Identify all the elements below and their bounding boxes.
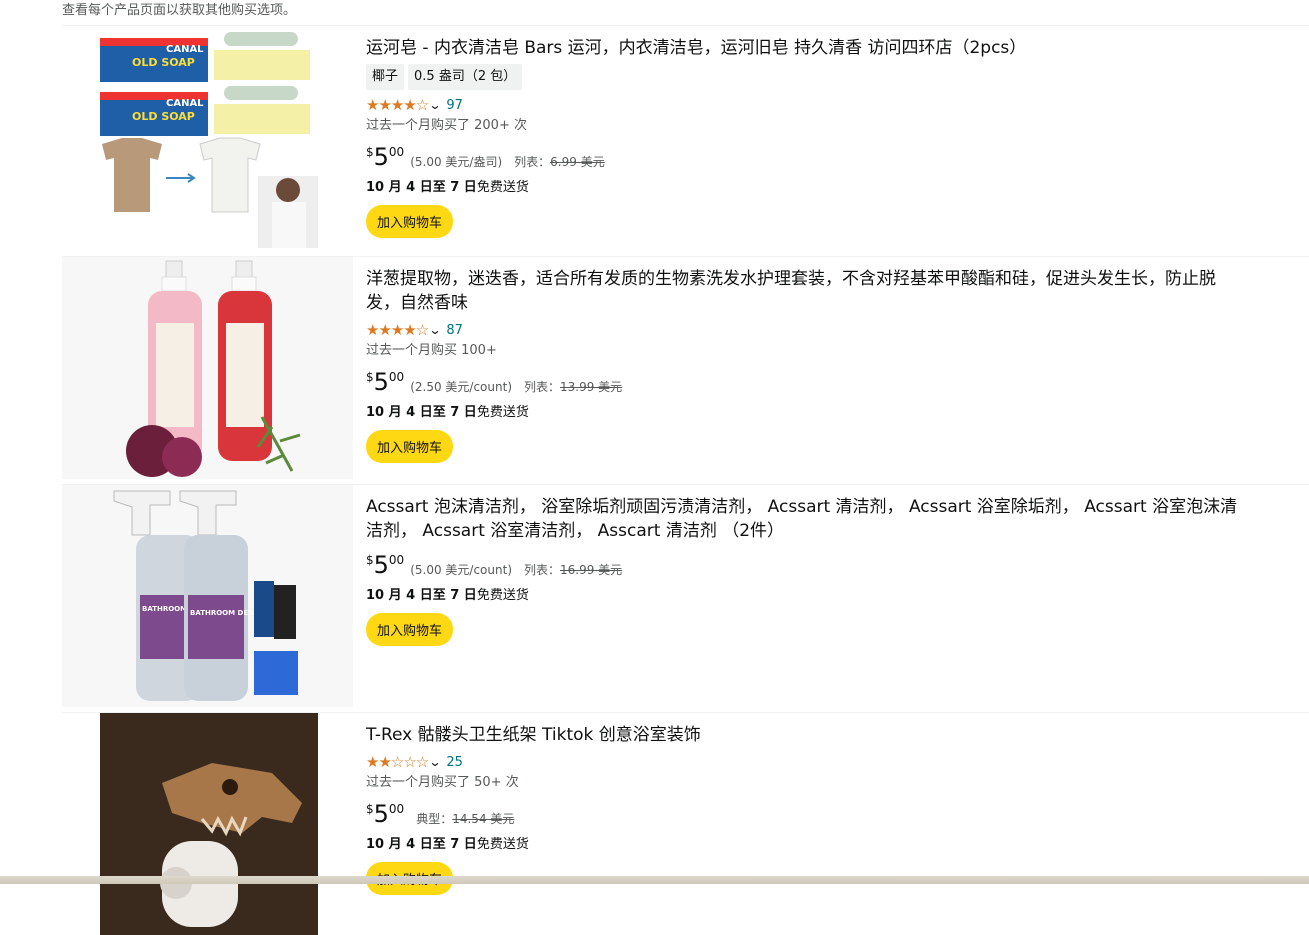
list-price: 14.54 美元 [452, 812, 515, 826]
star-rating-icon[interactable]: ★★☆☆☆ [366, 753, 429, 771]
unit-price: (5.00 美元/盎司) [410, 155, 503, 169]
bought-count: 过去一个月购买了 200+ 次 [366, 118, 527, 133]
svg-text:CANAL: CANAL [166, 44, 204, 55]
product-card: T-Rex 骷髅头卫生纸架 Tiktok 创意浴室装饰 ★★☆☆☆ ⌄ 25 过… [62, 712, 1309, 935]
delivery-text: 免费送货 [476, 837, 529, 852]
delivery-text: 免费送货 [476, 588, 529, 603]
delivery-info: 10 月 4 日至 7 日免费送货 [366, 179, 1246, 197]
price-symbol: $ [366, 802, 374, 816]
chevron-down-icon[interactable]: ⌄ [429, 98, 442, 112]
price-whole[interactable]: 5 [374, 368, 389, 396]
list-price: 16.99 美元 [560, 563, 623, 577]
price-symbol: $ [366, 370, 374, 384]
rating-count[interactable]: 25 [446, 755, 463, 770]
list-price-label: 列表： [524, 380, 561, 394]
chevron-down-icon[interactable]: ⌄ [429, 755, 442, 769]
price-row: $ 5 00 (5.00 美元/盎司) 列表： 6.99 美元 [366, 143, 1246, 173]
rating-row: ★★★★☆ ⌄ 87 [366, 321, 1246, 339]
svg-text:OLD SOAP: OLD SOAP [132, 56, 195, 69]
variant-size[interactable]: 0.5 盎司（2 包） [408, 64, 523, 90]
star-rating-icon[interactable]: ★★★★☆ [366, 321, 429, 339]
svg-text:CANAL: CANAL [166, 98, 204, 109]
variant-scent[interactable]: 椰子 [366, 64, 405, 90]
product-card: BATHROOM DESCALER BATHROOM DESCALER Acss… [62, 484, 1309, 707]
price-whole[interactable]: 5 [374, 800, 389, 828]
list-price: 6.99 美元 [550, 155, 605, 169]
product-card: CANAL OLD SOAP CANAL OLD SOAP 运河皂 - 内衣清洁… [62, 25, 1309, 248]
price-whole[interactable]: 5 [374, 551, 389, 579]
product-info: T-Rex 骷髅头卫生纸架 Tiktok 创意浴室装饰 ★★☆☆☆ ⌄ 25 过… [366, 723, 1246, 895]
variant-chips: 椰子 0.5 盎司（2 包） [366, 64, 1246, 90]
delivery-date: 10 月 4 日至 7 日 [366, 180, 477, 195]
delivery-text: 免费送货 [476, 180, 529, 195]
price-fraction: 00 [388, 553, 405, 567]
unit-price: (5.00 美元/count) [410, 563, 512, 577]
delivery-date: 10 月 4 日至 7 日 [366, 837, 477, 852]
price-symbol: $ [366, 553, 374, 567]
delivery-text: 免费送货 [476, 405, 529, 420]
product-info: 洋葱提取物，迷迭香，适合所有发质的生物素洗发水护理套装，不含对羟基苯甲酸酯和硅，… [366, 267, 1246, 463]
product-image-soap[interactable]: CANAL OLD SOAP CANAL OLD SOAP [62, 26, 353, 248]
price-symbol: $ [366, 145, 374, 159]
product-title[interactable]: T-Rex 骷髅头卫生纸架 Tiktok 创意浴室装饰 [366, 723, 1246, 747]
product-image-descaler[interactable]: BATHROOM DESCALER BATHROOM DESCALER [62, 485, 353, 707]
product-card: 洋葱提取物，迷迭香，适合所有发质的生物素洗发水护理套装，不含对羟基苯甲酸酯和硅，… [62, 256, 1309, 479]
rating-row: ★★★★☆ ⌄ 97 [366, 96, 1246, 114]
delivery-info: 10 月 4 日至 7 日免费送货 [366, 836, 1246, 854]
add-to-cart-button[interactable]: 加入购物车 [366, 430, 454, 463]
svg-text:OLD SOAP: OLD SOAP [132, 110, 195, 123]
rating-row: ★★☆☆☆ ⌄ 25 [366, 753, 1246, 771]
unit-price: (2.50 美元/count) [410, 380, 512, 394]
product-image-trex-holder[interactable] [62, 713, 353, 935]
delivery-date: 10 月 4 日至 7 日 [366, 405, 477, 420]
delivery-info: 10 月 4 日至 7 日免费送货 [366, 587, 1246, 605]
product-image-shampoo[interactable] [62, 257, 353, 479]
price-fraction: 00 [388, 145, 405, 159]
price-row: $ 5 00 典型： 14.54 美元 [366, 800, 1246, 830]
add-to-cart-button[interactable]: 加入购物车 [366, 613, 454, 646]
price-row: $ 5 00 (2.50 美元/count) 列表： 13.99 美元 [366, 368, 1246, 398]
bought-count: 过去一个月购买 100+ [366, 343, 497, 358]
additional-options-note: 查看每个产品页面以获取其他购买选项。 [62, 3, 297, 18]
price-fraction: 00 [388, 370, 405, 384]
price-fraction: 00 [388, 802, 405, 816]
delivery-date: 10 月 4 日至 7 日 [366, 588, 477, 603]
product-title[interactable]: 运河皂 - 内衣清洁皂 Bars 运河，内衣清洁皂，运河旧皂 持久清香 访问四环… [366, 36, 1246, 60]
product-info: Acssart 泡沫清洁剂， 浴室除垢剂顽固污渍清洁剂， Acssart 清洁剂… [366, 495, 1246, 646]
list-price-label: 典型： [416, 812, 453, 826]
bought-count: 过去一个月购买了 50+ 次 [366, 775, 519, 790]
list-price-label: 列表： [514, 155, 551, 169]
product-info: 运河皂 - 内衣清洁皂 Bars 运河，内衣清洁皂，运河旧皂 持久清香 访问四环… [366, 36, 1246, 238]
price-row: $ 5 00 (5.00 美元/count) 列表： 16.99 美元 [366, 551, 1246, 581]
chevron-down-icon[interactable]: ⌄ [429, 323, 442, 337]
product-title[interactable]: 洋葱提取物，迷迭香，适合所有发质的生物素洗发水护理套装，不含对羟基苯甲酸酯和硅，… [366, 267, 1246, 315]
window-bottom-edge [0, 876, 1309, 884]
add-to-cart-button[interactable]: 加入购物车 [366, 205, 454, 238]
star-rating-icon[interactable]: ★★★★☆ [366, 96, 429, 114]
rating-count[interactable]: 87 [446, 323, 463, 338]
delivery-info: 10 月 4 日至 7 日免费送货 [366, 404, 1246, 422]
list-price: 13.99 美元 [560, 380, 623, 394]
rating-count[interactable]: 97 [446, 98, 463, 113]
price-whole[interactable]: 5 [374, 143, 389, 171]
product-title[interactable]: Acssart 泡沫清洁剂， 浴室除垢剂顽固污渍清洁剂， Acssart 清洁剂… [366, 495, 1246, 543]
list-price-label: 列表： [524, 563, 561, 577]
